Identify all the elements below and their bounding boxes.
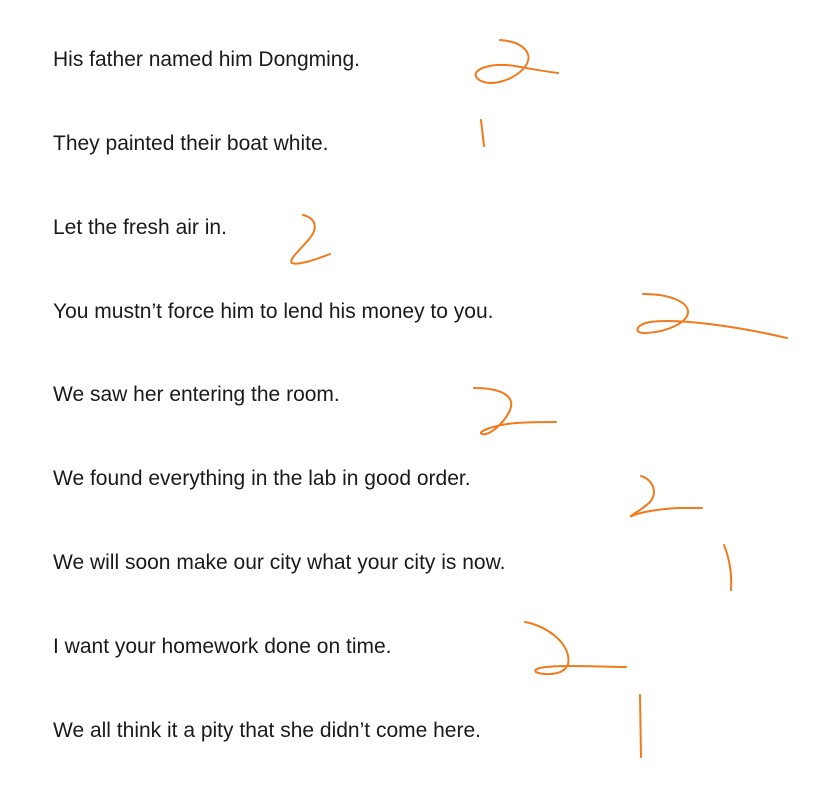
sentence-5: We saw her entering the room. [53,383,340,406]
handwritten-mark-1 [480,119,485,147]
sentence-3: Let the fresh air in. [53,216,227,239]
handwritten-mark-1 [723,544,733,591]
handwritten-mark-1 [639,694,642,758]
handwritten-mark-2 [474,39,559,84]
sentence-8: I want your homework done on time. [53,635,392,658]
sentence-6: We found everything in the lab in good o… [53,467,471,490]
sentence-7: We will soon make our city what your cit… [53,551,506,574]
handwritten-mark-2 [290,214,331,265]
sentence-1: His father named him Dongming. [53,48,360,71]
handwritten-mark-2 [473,387,557,436]
sentence-4: You mustn’t force him to lend his money … [53,300,494,323]
sentence-9: We all think it a pity that she didn’t c… [53,719,481,742]
handwritten-mark-2 [629,475,703,518]
sentence-2: They painted their boat white. [53,132,329,155]
handwritten-mark-2 [636,293,788,339]
handwritten-mark-2 [524,621,627,676]
